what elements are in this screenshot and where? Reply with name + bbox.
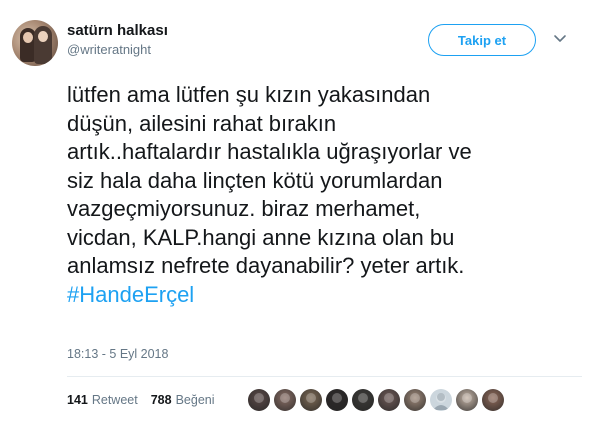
liker-avatar[interactable]: [378, 389, 400, 411]
retweet-count[interactable]: 141: [67, 393, 88, 407]
tweet-text: lütfen ama lütfen şu kızın yakasından dü…: [67, 81, 587, 309]
tweet-line: siz hala daha linçten kötü yorumlardan: [67, 167, 443, 193]
avatar[interactable]: [12, 20, 58, 66]
liker-avatar[interactable]: [274, 389, 296, 411]
liker-avatar[interactable]: [326, 389, 348, 411]
user-handle[interactable]: @writeratnight: [67, 42, 151, 57]
divider: [67, 376, 582, 377]
tweet-line: vazgeçmiyorsunuz. biraz merhamet,: [67, 196, 421, 221]
liker-avatars: [248, 389, 508, 411]
tweet-line: artık..haftalardır hastalıkla uğraşıyorl…: [67, 139, 472, 164]
liker-avatar[interactable]: [482, 389, 504, 411]
tweet-timestamp[interactable]: 18:13 - 5 Eyl 2018: [67, 347, 168, 361]
follow-button[interactable]: Takip et: [428, 24, 536, 56]
tweet-line: düşün, ailesini rahat bırakın: [67, 110, 337, 136]
like-label[interactable]: Beğeni: [176, 393, 215, 407]
avatar-face-right: [38, 31, 48, 42]
liker-avatar[interactable]: [352, 389, 374, 411]
liker-avatar[interactable]: [248, 389, 270, 411]
like-count[interactable]: 788: [151, 393, 172, 407]
tweet-line: lütfen ama lütfen şu kızın yakasından: [67, 82, 431, 107]
display-name[interactable]: satürn halkası: [67, 22, 168, 39]
liker-avatar[interactable]: [300, 389, 322, 411]
chevron-down-icon[interactable]: [553, 34, 567, 44]
default-avatar-icon[interactable]: [430, 389, 452, 411]
tweet-line: vicdan, KALP.hangi anne kızına olan bu: [67, 224, 455, 250]
liker-avatar[interactable]: [404, 389, 426, 411]
avatar-face-left: [23, 32, 33, 43]
tweet-card: satürn halkası @writeratnight Takip et l…: [0, 0, 594, 425]
retweet-label[interactable]: Retweet: [92, 393, 138, 407]
tweet-stats: 141 Retweet 788 Beğeni: [67, 393, 228, 407]
liker-avatar[interactable]: [456, 389, 478, 411]
hashtag-link[interactable]: #HandeErçel: [67, 281, 587, 310]
tweet-line: anlamsız nefrete dayanabilir? yeter artı…: [67, 253, 465, 278]
